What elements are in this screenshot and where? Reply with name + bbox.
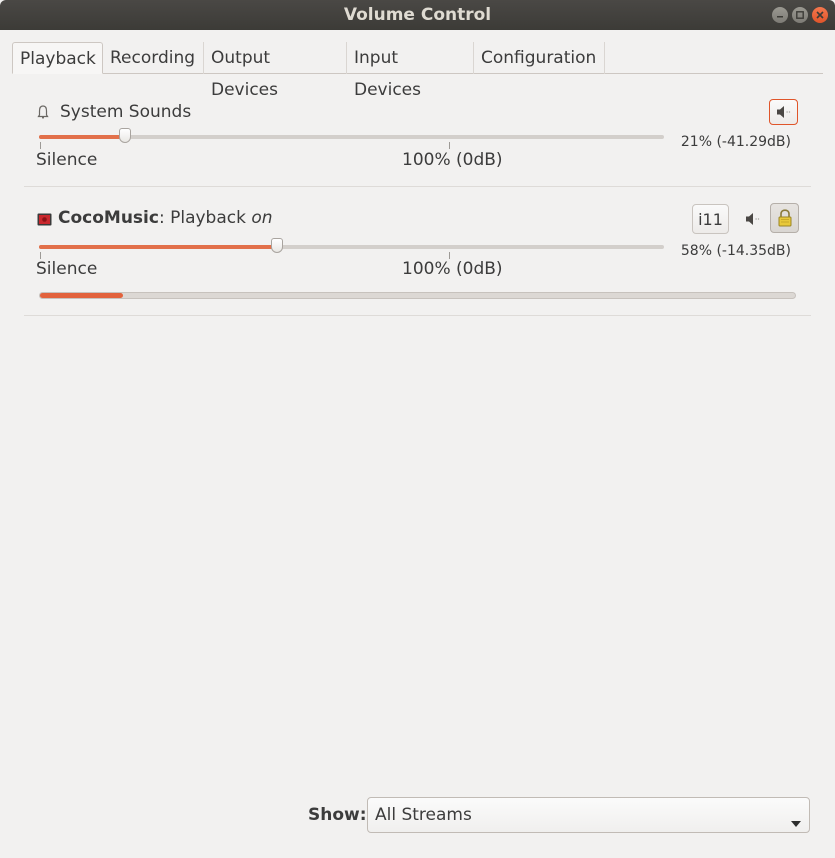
tab-configuration[interactable]: Configuration bbox=[474, 42, 605, 74]
speaker-icon bbox=[746, 213, 760, 225]
slider-tick-min bbox=[40, 142, 41, 149]
slider-tick-100 bbox=[449, 252, 450, 259]
volume-slider-handle[interactable] bbox=[119, 128, 131, 143]
peak-level-fill bbox=[40, 293, 123, 298]
lock-icon bbox=[778, 209, 791, 227]
tab-bar: Playback Recording Output Devices Input … bbox=[12, 42, 823, 100]
slider-tick-min bbox=[40, 252, 41, 259]
reference-label: 100% (0dB) bbox=[402, 259, 503, 279]
tab-output-devices[interactable]: Output Devices bbox=[204, 42, 347, 100]
speaker-icon bbox=[776, 106, 791, 118]
chevron-down-icon bbox=[791, 812, 801, 832]
reference-label: 100% (0dB) bbox=[402, 150, 503, 170]
tab-recording[interactable]: Recording bbox=[103, 42, 204, 74]
mute-button[interactable] bbox=[740, 207, 766, 231]
volume-slider[interactable] bbox=[39, 238, 664, 253]
stream-detail: Playback bbox=[170, 208, 252, 228]
bell-icon bbox=[37, 104, 49, 124]
minimize-icon bbox=[777, 16, 783, 18]
close-button[interactable] bbox=[812, 7, 828, 23]
minimize-button[interactable] bbox=[772, 7, 788, 23]
title-bar[interactable]: Volume Control bbox=[0, 0, 835, 30]
window-title: Volume Control bbox=[343, 5, 492, 25]
close-icon bbox=[816, 11, 824, 19]
volume-slider-fill bbox=[39, 135, 125, 139]
stream-separator: : bbox=[158, 208, 171, 228]
show-label: Show: bbox=[308, 805, 367, 825]
show-filter-value: All Streams bbox=[375, 805, 472, 825]
mute-button[interactable] bbox=[769, 99, 798, 125]
stream-state: on bbox=[251, 208, 273, 228]
peak-level-meter bbox=[39, 292, 796, 299]
show-filter-dropdown[interactable]: All Streams bbox=[367, 797, 810, 833]
stream-row-system-sounds: System Sounds Silence 100% (0dB) 21% (-4… bbox=[24, 90, 811, 187]
stream-name: CocoMusic: Playback on bbox=[58, 208, 273, 228]
slider-tick-100 bbox=[449, 142, 450, 149]
lock-channels-button[interactable] bbox=[770, 203, 799, 233]
stream-app-name: CocoMusic bbox=[58, 208, 159, 228]
volume-readout: 58% (-14.35dB) bbox=[680, 243, 791, 259]
device-button[interactable]: i11 bbox=[692, 204, 729, 234]
tab-input-devices[interactable]: Input Devices bbox=[347, 42, 474, 100]
volume-slider-handle[interactable] bbox=[271, 238, 283, 253]
app-icon bbox=[37, 211, 52, 231]
maximize-button[interactable] bbox=[792, 7, 808, 23]
volume-slider-fill bbox=[39, 245, 277, 249]
tab-playback[interactable]: Playback bbox=[12, 42, 103, 74]
silence-label: Silence bbox=[36, 259, 98, 279]
stream-name: System Sounds bbox=[60, 102, 192, 122]
silence-label: Silence bbox=[36, 150, 98, 170]
stream-row-cocomusic: CocoMusic: Playback on i11 Silence 100% … bbox=[24, 200, 811, 316]
volume-readout: 21% (-41.29dB) bbox=[680, 134, 791, 150]
maximize-icon bbox=[796, 11, 804, 19]
volume-slider[interactable] bbox=[39, 128, 664, 143]
